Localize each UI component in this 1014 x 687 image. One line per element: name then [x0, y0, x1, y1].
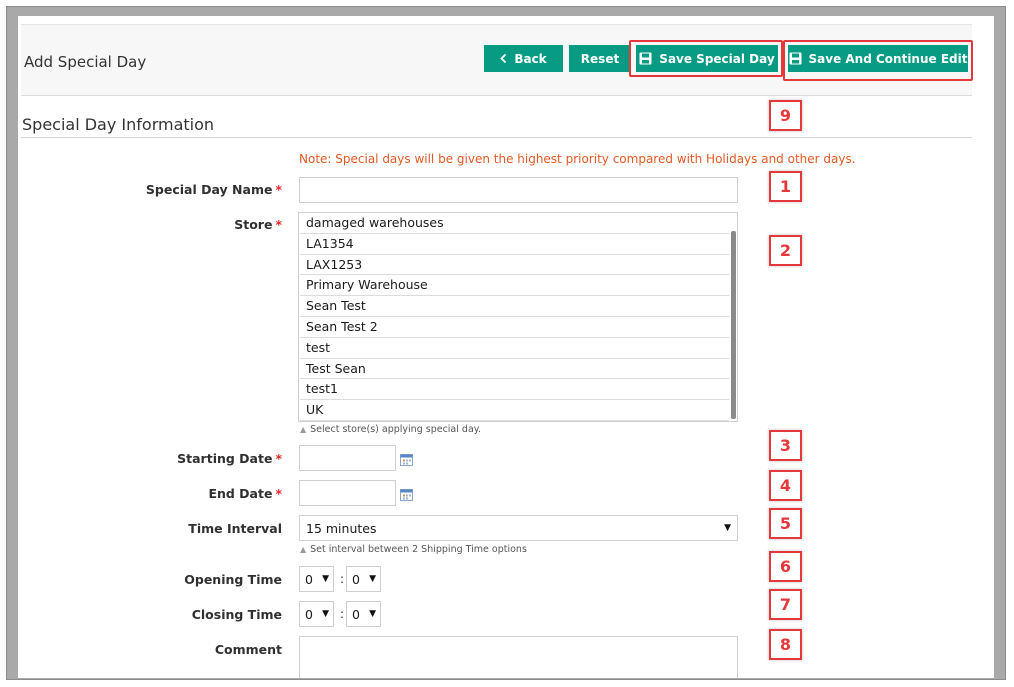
closing-hour-value: 0	[305, 606, 313, 622]
caret-down-icon: ▼	[369, 574, 376, 584]
required-marker: *	[275, 486, 282, 501]
time-interval-label: Time Interval	[188, 521, 282, 536]
store-hint: ▲ Select store(s) applying special day.	[300, 424, 482, 435]
store-label: Store *	[234, 217, 282, 232]
page-title: Add Special Day	[24, 53, 147, 71]
store-option[interactable]: test1	[300, 379, 729, 401]
calendar-icon[interactable]	[400, 488, 413, 501]
callout-7: 7	[769, 589, 802, 620]
reset-button-label: Reset	[580, 51, 620, 66]
opening-hour-value: 0	[305, 571, 313, 587]
store-option[interactable]: damaged warehouses	[300, 213, 729, 234]
callout-5: 5	[769, 508, 802, 539]
back-button-label: Back	[514, 51, 547, 66]
callout-4: 4	[769, 470, 802, 501]
time-interval-hint: ▲ Set interval between 2 Shipping Time op…	[300, 544, 527, 555]
opening-hour-select[interactable]: 0 ▼	[299, 566, 334, 592]
back-button[interactable]: Back	[484, 45, 563, 72]
callout-9: 9	[769, 100, 802, 131]
opening-time-label: Opening Time	[184, 572, 282, 587]
save-continue-button-highlight	[783, 40, 973, 81]
time-separator: :	[340, 607, 345, 621]
store-option[interactable]: LAX1253	[300, 255, 729, 276]
closing-minute-value: 0	[352, 606, 360, 622]
callout-3: 3	[769, 430, 802, 461]
special-day-name-label: Special Day Name *	[145, 182, 282, 197]
time-interval-select[interactable]: 15 minutes ▼	[299, 515, 738, 541]
store-option[interactable]: Sean Test 2	[300, 317, 729, 338]
store-option[interactable]: Test Sean	[300, 359, 729, 380]
caret-down-icon: ▼	[369, 609, 376, 619]
calendar-icon[interactable]	[400, 453, 413, 466]
opening-minute-value: 0	[352, 571, 360, 587]
required-marker: *	[275, 451, 282, 466]
store-option[interactable]: UK	[300, 400, 729, 421]
special-day-name-input[interactable]	[299, 177, 738, 203]
opening-minute-select[interactable]: 0 ▼	[346, 566, 381, 592]
store-option[interactable]: test	[300, 338, 729, 359]
callout-2: 2	[769, 235, 802, 266]
store-option[interactable]: LA1354	[300, 234, 729, 255]
priority-note: Note: Special days will be given the hig…	[299, 152, 856, 166]
comment-label: Comment	[214, 642, 282, 657]
callout-6: 6	[769, 551, 802, 582]
chevron-left-icon	[500, 54, 507, 63]
time-separator: :	[340, 572, 345, 586]
section-title: Special Day Information	[22, 115, 215, 134]
store-option[interactable]: Primary Warehouse	[300, 275, 729, 297]
store-option[interactable]: Sean Test	[300, 296, 729, 317]
comment-textarea[interactable]	[299, 636, 738, 678]
required-marker: *	[275, 217, 282, 232]
closing-hour-select[interactable]: 0 ▼	[299, 601, 334, 627]
caret-down-icon: ▼	[724, 523, 731, 533]
closing-minute-select[interactable]: 0 ▼	[346, 601, 381, 627]
caret-down-icon: ▼	[322, 609, 329, 619]
caret-down-icon: ▼	[322, 574, 329, 584]
reset-button[interactable]: Reset	[569, 45, 631, 72]
callout-8: 8	[769, 629, 802, 660]
section-divider	[21, 137, 972, 138]
end-date-label: End Date *	[208, 486, 282, 501]
store-multiselect[interactable]: damaged warehouses LA1354 LAX1253 Primar…	[298, 212, 738, 422]
starting-date-input[interactable]	[299, 445, 396, 471]
time-interval-value: 15 minutes	[306, 520, 377, 536]
callout-1: 1	[769, 171, 802, 202]
triangle-up-icon: ▲	[300, 545, 307, 554]
content-panel: Add Special Day Back Reset Save Special …	[18, 16, 994, 678]
closing-time-label: Closing Time	[191, 607, 282, 622]
triangle-up-icon: ▲	[300, 425, 307, 434]
required-marker: *	[275, 182, 282, 197]
end-date-input[interactable]	[299, 480, 396, 506]
starting-date-label: Starting Date *	[177, 451, 282, 466]
store-scrollbar[interactable]	[731, 231, 736, 419]
save-button-highlight	[629, 40, 783, 77]
